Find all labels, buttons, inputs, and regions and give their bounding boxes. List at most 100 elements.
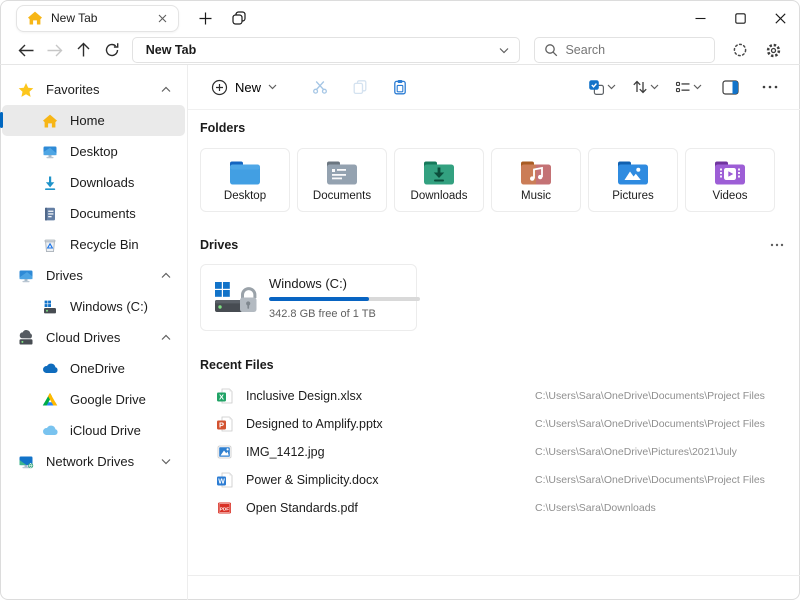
sidebar-item-label: Google Drive — [70, 392, 146, 407]
minimize-button[interactable] — [680, 0, 720, 36]
file-explorer-window: New Tab — [0, 0, 800, 600]
sidebar-section-cloud-drives[interactable]: Cloud Drives — [2, 322, 185, 353]
folders-section-header: Folders — [200, 121, 784, 135]
sidebar-item-label: OneDrive — [70, 361, 125, 376]
drives-section-header: Drives — [200, 238, 784, 252]
chevron-down-icon[interactable] — [161, 458, 171, 465]
status-center-button[interactable] — [725, 37, 754, 63]
drives-heading: Drives — [200, 238, 238, 252]
folder-cards: Desktop Documents Downloads — [200, 148, 784, 212]
bitlocker-drive-icon — [213, 279, 257, 317]
search-box[interactable] — [534, 37, 715, 63]
details-pane-icon — [722, 80, 739, 95]
sidebar-item-label: Desktop — [70, 144, 118, 159]
folder-card-documents[interactable]: Documents — [297, 148, 387, 212]
new-button[interactable]: New — [202, 72, 286, 102]
minimize-icon — [695, 13, 706, 24]
chevron-up-icon[interactable] — [161, 334, 171, 341]
chevron-down-icon[interactable] — [499, 47, 509, 54]
file-row-jpg[interactable]: IMG_1412.jpg C:\Users\Sara\OneDrive\Pict… — [200, 438, 784, 466]
sidebar-item-documents[interactable]: Documents — [2, 198, 185, 229]
sidebar-item-label: Recycle Bin — [70, 237, 139, 252]
svg-text:P: P — [219, 421, 224, 430]
folder-card-music[interactable]: Music — [491, 148, 581, 212]
sort-arrows-icon — [632, 79, 648, 95]
drive-free-space: 342.8 GB free of 1 TB — [269, 308, 420, 320]
pdf-file-icon: PDF — [216, 500, 234, 516]
details-pane-button[interactable] — [714, 72, 746, 102]
list-layout-icon — [675, 79, 691, 95]
document-icon — [42, 206, 58, 222]
address-bar[interactable]: New Tab — [132, 37, 521, 63]
excel-file-icon: X — [216, 388, 234, 404]
file-row-pptx[interactable]: P Designed to Amplify.pptx C:\Users\Sara… — [200, 410, 784, 438]
close-window-button[interactable] — [760, 0, 800, 36]
monitor-icon — [18, 268, 34, 284]
settings-button[interactable] — [759, 37, 788, 63]
select-options-button[interactable] — [584, 72, 620, 102]
sidebar-item-recycle-bin[interactable]: Recycle Bin — [2, 229, 185, 260]
folder-card-downloads[interactable]: Downloads — [394, 148, 484, 212]
recent-files-list: X Inclusive Design.xlsx C:\Users\Sara\On… — [200, 382, 784, 522]
drive-card-windows-c[interactable]: Windows (C:) 342.8 GB free of 1 TB — [200, 264, 417, 331]
duplicate-tab-button[interactable] — [225, 4, 253, 32]
search-input[interactable] — [565, 43, 706, 57]
chevron-down-icon — [607, 84, 616, 90]
search-icon — [544, 43, 558, 57]
layout-button[interactable] — [671, 72, 706, 102]
back-button[interactable] — [12, 37, 40, 63]
sort-button[interactable] — [628, 72, 663, 102]
folder-card-label: Downloads — [411, 190, 468, 202]
file-name: Designed to Amplify.pptx — [246, 417, 535, 431]
up-button[interactable] — [69, 37, 97, 63]
cut-button[interactable] — [304, 72, 336, 102]
drives-more-button[interactable] — [770, 243, 784, 247]
tab-new-tab[interactable]: New Tab — [16, 5, 179, 32]
paste-button[interactable] — [384, 72, 416, 102]
svg-text:W: W — [218, 479, 225, 486]
ellipsis-icon — [770, 243, 784, 247]
file-row-pdf[interactable]: PDF Open Standards.pdf C:\Users\Sara\Dow… — [200, 494, 784, 522]
more-options-button[interactable] — [754, 72, 786, 102]
plus-icon — [199, 12, 212, 25]
icloud-icon — [42, 423, 58, 439]
new-tab-button[interactable] — [191, 4, 219, 32]
sidebar-item-icloud-drive[interactable]: iCloud Drive — [2, 415, 185, 446]
folder-card-videos[interactable]: Videos — [685, 148, 775, 212]
sidebar-item-label: iCloud Drive — [70, 423, 141, 438]
file-row-docx[interactable]: W Power & Simplicity.docx C:\Users\Sara\… — [200, 466, 784, 494]
multiselect-icon — [588, 79, 605, 96]
folder-card-pictures[interactable]: Pictures — [588, 148, 678, 212]
image-file-icon — [216, 444, 234, 460]
chevron-down-icon — [650, 84, 659, 90]
file-row-xlsx[interactable]: X Inclusive Design.xlsx C:\Users\Sara\On… — [200, 382, 784, 410]
sidebar-section-network-drives[interactable]: Network Drives — [2, 446, 185, 477]
recent-files-heading: Recent Files — [200, 358, 274, 372]
sidebar-item-onedrive[interactable]: OneDrive — [2, 353, 185, 384]
copy-button[interactable] — [344, 72, 376, 102]
address-text: New Tab — [146, 43, 196, 57]
sidebar-item-google-drive[interactable]: Google Drive — [2, 384, 185, 415]
sidebar-item-downloads[interactable]: Downloads — [2, 167, 185, 198]
folder-card-label: Videos — [713, 190, 748, 202]
tab-close-button[interactable] — [152, 8, 172, 28]
duplicate-window-icon — [231, 10, 247, 26]
drive-usage-bar — [269, 297, 420, 301]
chevron-up-icon[interactable] — [161, 86, 171, 93]
file-path: C:\Users\Sara\OneDrive\Documents\Project… — [535, 474, 765, 486]
sidebar-item-label: Network Drives — [46, 454, 134, 469]
folder-card-desktop[interactable]: Desktop — [200, 148, 290, 212]
download-icon — [42, 175, 58, 191]
sidebar-item-label: Home — [70, 113, 105, 128]
arrow-right-icon — [46, 43, 63, 58]
sidebar-item-windows-c[interactable]: Windows (C:) — [2, 291, 185, 322]
forward-button[interactable] — [40, 37, 68, 63]
status-bar — [188, 575, 800, 600]
chevron-up-icon[interactable] — [161, 272, 171, 279]
sidebar-section-favorites[interactable]: Favorites — [2, 74, 185, 105]
maximize-button[interactable] — [720, 0, 760, 36]
refresh-button[interactable] — [97, 37, 125, 63]
sidebar-item-desktop[interactable]: Desktop — [2, 136, 185, 167]
sidebar-item-home[interactable]: Home — [2, 105, 185, 136]
sidebar-section-drives[interactable]: Drives — [2, 260, 185, 291]
